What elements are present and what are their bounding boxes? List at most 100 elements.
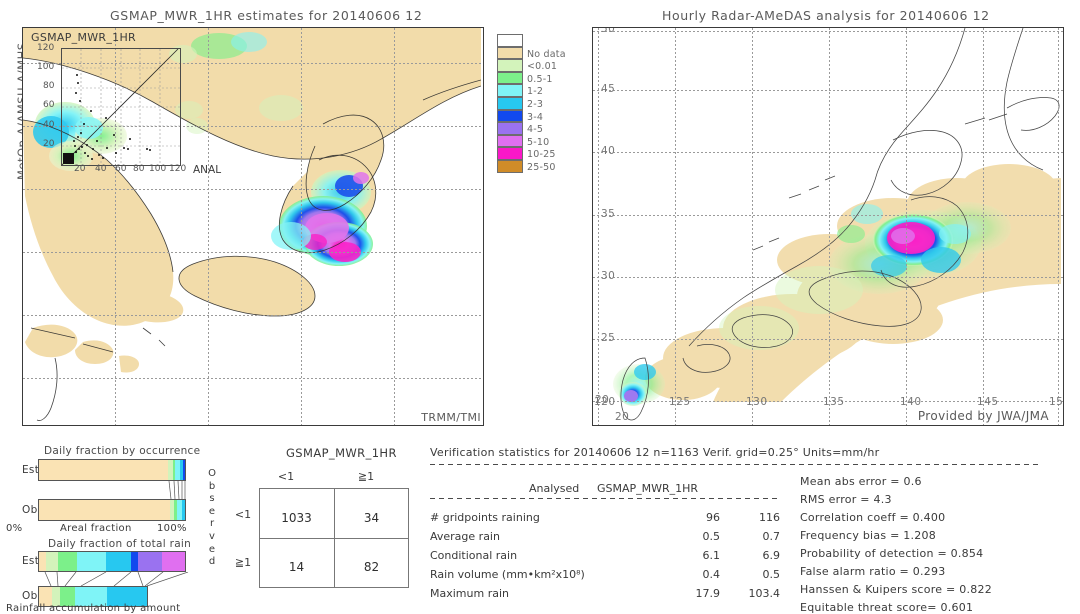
amount-axis-label: Rainfall accumulation by amount <box>6 603 181 614</box>
colorbar-swatch <box>497 147 523 160</box>
amount-connector-lines <box>44 572 189 586</box>
right-map-frame[interactable]: 50 45 40 35 30 25 20 120 125 130 135 140… <box>592 27 1064 426</box>
occurrence-axis-max: 100% <box>157 523 187 534</box>
colorbar-label: 2-3 <box>527 98 544 110</box>
contingency-cell: 1033 <box>281 511 312 525</box>
contingency-cell: 14 <box>288 560 305 574</box>
verification-score: Mean abs error = 0.6 <box>800 475 922 488</box>
right-map-lat-tick: 25 <box>601 332 616 344</box>
verification-row-label: Maximum rain <box>430 587 509 600</box>
colorbar-swatch <box>497 84 523 97</box>
left-map-gridline-v <box>208 28 209 425</box>
verification-row-estimate: 116 <box>759 511 780 524</box>
inset-x-tick: 60 <box>115 164 127 174</box>
right-map-gridline-v <box>983 28 984 425</box>
occurrence-connector-lines <box>168 481 186 499</box>
right-map-gridline-v <box>752 28 753 425</box>
left-map-canvas: GSMAP_MWR_1HR 120 100 80 60 40 20 20 40 … <box>23 28 483 425</box>
right-map-extra-lat-tick: 20 <box>615 411 630 423</box>
right-map-gridline-h <box>593 277 1063 278</box>
colorbar-swatch <box>497 59 523 72</box>
verification-row-label: Average rain <box>430 530 500 543</box>
right-map-lat-tick: 30 <box>601 270 616 282</box>
right-map-lat-tick: 50 <box>601 28 616 35</box>
occurrence-axis-min: 0% <box>6 523 23 534</box>
inset-x-tick: 20 <box>74 164 86 174</box>
contingency-col-header-ge1: ≧1 <box>357 470 375 483</box>
right-map-gridline-v <box>1058 28 1059 425</box>
right-map-lat-tick: 40 <box>601 145 616 157</box>
colorbar-label: 1-2 <box>527 86 544 98</box>
verification-row-analysed: 6.1 <box>702 549 721 562</box>
amount-chart-title: Daily fraction of total rain <box>48 538 192 550</box>
left-map-gridline-h <box>23 189 483 190</box>
right-map-gridline-h <box>593 152 1063 153</box>
verification-col-header-analysed: Analysed <box>529 482 580 495</box>
colorbar-swatch <box>497 46 523 60</box>
verification-score: Equitable threat score= 0.601 <box>800 601 974 614</box>
inset-y-tick: 80 <box>43 81 55 91</box>
colorbar-label: 0.5-1 <box>527 73 553 85</box>
left-map-frame[interactable]: GSMAP_MWR_1HR 120 100 80 60 40 20 20 40 … <box>22 27 484 426</box>
right-map-gridline-v <box>675 28 676 425</box>
frac-segment <box>137 552 163 571</box>
verification-row-analysed: 17.9 <box>695 587 721 600</box>
colorbar: No data <0.01 0.5-1 1-2 2-3 3-4 4-5 5-10… <box>497 34 573 174</box>
right-map-lon-tick: 130 <box>746 396 768 408</box>
verification-header-rule <box>430 464 1042 465</box>
verification-header: Verification statistics for 20140606 12 … <box>430 446 880 459</box>
colorbar-label: 3-4 <box>527 111 544 123</box>
right-map-lon-tick: 140 <box>900 396 922 408</box>
colorbar-label: 4-5 <box>527 124 544 136</box>
right-map-lon-tick: 135 <box>823 396 845 408</box>
occurrence-bar-est[interactable] <box>38 459 186 481</box>
inset-y-tick: 40 <box>43 120 55 130</box>
left-map-gridline-h <box>23 252 483 253</box>
occurrence-row-label-est: Est <box>22 464 40 476</box>
inset-scatter-plot[interactable] <box>61 48 181 166</box>
right-map-lon-tick: 145 <box>977 396 999 408</box>
inset-y-tick: 100 <box>37 62 55 72</box>
verification-col-header-estimate: GSMAP_MWR_1HR <box>597 482 699 495</box>
right-map-gridline-h <box>593 339 1063 340</box>
frac-segment <box>183 460 185 480</box>
verification-row-analysed: 96 <box>706 511 720 524</box>
inset-y-tick: 20 <box>43 139 55 149</box>
verification-score: Correlation coeff = 0.400 <box>800 511 946 524</box>
right-map-gridline-v <box>906 28 907 425</box>
left-map-gridline-h <box>23 378 483 379</box>
right-map-credit: Provided by JWA/JMA <box>917 409 1049 423</box>
colorbar-swatch <box>497 97 523 110</box>
colorbar-label: <0.01 <box>527 61 558 73</box>
verification-row-label: Conditional rain <box>430 549 518 562</box>
right-map-lon-tick: 125 <box>669 396 691 408</box>
verification-score: Hanssen & Kuipers score = 0.822 <box>800 583 992 596</box>
verification-row-label: Rain volume (mm•km²x10⁸) <box>430 568 585 581</box>
verification-row-analysed: 0.4 <box>702 568 721 581</box>
right-map-lat-tick: 45 <box>601 83 616 95</box>
inset-y-tick: 60 <box>43 100 55 110</box>
occurrence-axis-label: Areal fraction <box>60 523 132 534</box>
frac-segment <box>39 500 170 520</box>
inset-x-tick: 100 <box>149 164 167 174</box>
contingency-cell: 34 <box>363 511 380 525</box>
right-map-gridline-v <box>829 28 830 425</box>
right-map-lon-tick: 120 <box>594 396 616 408</box>
amount-bar-est[interactable] <box>38 551 186 572</box>
verification-row-analysed: 0.5 <box>702 530 721 543</box>
colorbar-label: 10-25 <box>527 149 556 161</box>
inset-x-tick: 120 <box>169 164 187 174</box>
left-map-gridline-h <box>23 315 483 316</box>
right-map-gridline-h <box>593 215 1063 216</box>
frac-segment <box>182 500 185 520</box>
left-map-gridline-v <box>394 28 395 425</box>
contingency-row-header-lt1: <1 <box>234 508 252 521</box>
occurrence-bar-obs[interactable] <box>38 499 186 521</box>
contingency-col-header-lt1: <1 <box>277 470 295 483</box>
left-map-gridline-v <box>301 28 302 425</box>
contingency-row-divider <box>260 538 408 539</box>
verification-row-estimate: 6.9 <box>762 549 781 562</box>
colorbar-label: 25-50 <box>527 161 556 173</box>
amount-row-label-est: Est <box>22 555 40 567</box>
right-map-gridline-h <box>593 90 1063 91</box>
